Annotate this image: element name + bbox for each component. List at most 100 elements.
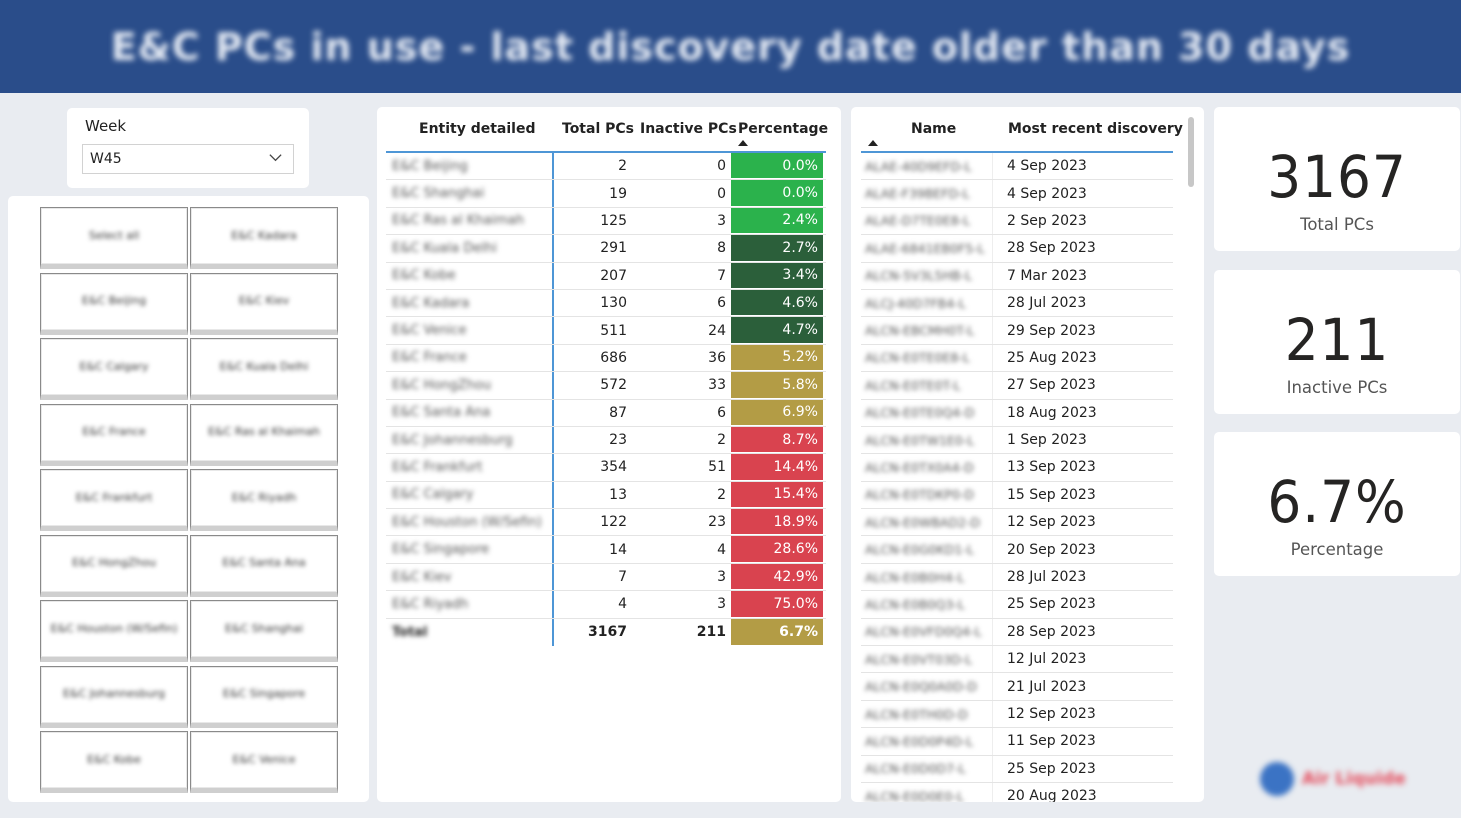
entity-slicer-button[interactable]: Select all [40,207,188,269]
percentage-cell: 14.4% [731,454,823,481]
pc-name-cell: ALAE-F39BEFD-L [861,180,993,207]
percentage-cell: 0.0% [731,180,823,207]
entity-slicer-button[interactable]: E&C HongZhou [40,534,188,597]
kpi-value: 6.7% [1267,468,1407,536]
table-row[interactable]: ALCN-E0TH0D-D 12 Sep 2023 [861,700,1173,729]
table-row[interactable]: E&C Kuala Delhi 291 8 2.7% [386,235,826,263]
entity-slicer-button[interactable]: E&C Kuala Delhi [190,338,338,400]
pc-name: ALCN-E0TE0Q4-D [865,405,975,421]
inactive-pcs-cell: 2 [717,486,726,503]
entity-slicer-button-label: E&C Shanghai [224,621,304,635]
entity-slicer-button-label: E&C Kuala Delhi [219,359,309,373]
entity-name: E&C Kadara [392,295,470,311]
table-row[interactable]: E&C France 686 36 5.2% [386,344,826,373]
table-row[interactable]: ALCN-E0TE0E8-L 25 Aug 2023 [861,344,1173,373]
pc-name: ALCN-5V3L5HB-L [865,268,972,284]
table-row[interactable]: E&C Riyadh 4 3 75.0% [386,591,826,619]
col-header-total-pcs[interactable]: Total PCs [562,121,634,137]
table-row[interactable]: ALCN-E0WBAD2-D 12 Sep 2023 [861,509,1173,537]
table-row[interactable]: ALCN-E0TE0Q4-D 18 Aug 2023 [861,399,1173,427]
col-header-entity[interactable]: Entity detailed [419,121,535,137]
entity-slicer-button[interactable]: E&C Calgary [40,338,188,400]
inactive-pcs-cell: 24 [708,322,726,339]
week-dropdown[interactable]: W45 [82,144,294,174]
table-row[interactable]: ALCN-EBCMH0T-L 29 Sep 2023 [861,317,1173,345]
pc-name-cell: ALCN-E0B0Q3-L [861,591,993,618]
table-row[interactable]: ALCN-E0B0H4-L 28 Jul 2023 [861,563,1173,592]
entity-slicer-button[interactable]: E&C Johannesburg [40,665,188,728]
table-row[interactable]: E&C Frankfurt 354 51 14.4% [386,454,826,482]
table-row[interactable]: ALCN-E0D0P4D-L 11 Sep 2023 [861,728,1173,756]
pc-name-cell: ALCN-EBCMH0T-L [861,317,993,344]
entity-slicer-button[interactable]: E&C Kadara [190,207,338,269]
table-row[interactable]: E&C Kobe 207 7 3.4% [386,262,826,290]
entity-cell: E&C Riyadh [386,591,554,618]
table-row[interactable]: E&C Venice 511 24 4.7% [386,317,826,345]
table-row[interactable]: ALCN-5V3L5HB-L 7 Mar 2023 [861,262,1173,290]
entity-slicer-button[interactable]: E&C Ras al Khaimah [190,403,338,466]
entity-slicer-button[interactable]: E&C France [40,403,188,466]
table-row[interactable]: E&C Johannesburg 23 2 8.7% [386,426,826,455]
pc-name-cell: ALCN-E0TE0E8-L [861,344,993,372]
vertical-scrollbar[interactable] [1188,117,1194,187]
table-total-row[interactable]: Total 3167 211 6.7% [386,618,826,647]
percentage-cell: 4.7% [731,317,823,344]
entity-slicer-button[interactable]: E&C Beijing [40,272,188,335]
table-row[interactable]: E&C Houston (W/Sefin) 122 23 18.9% [386,509,826,537]
col-header-name[interactable]: Name [911,121,956,137]
table-row[interactable]: ALCN-E0Q0A0D-D 21 Jul 2023 [861,673,1173,701]
col-header-most-recent-discovery[interactable]: Most recent discovery [1008,121,1183,137]
entity-slicer-button[interactable]: E&C Riyadh [190,469,338,531]
total-pcs-cell: 122 [600,514,627,531]
table-row[interactable]: ALCJ-40D7FB4-L 28 Jul 2023 [861,289,1173,318]
sort-ascending-icon [868,140,878,146]
entity-slicer-button[interactable]: E&C Houston (W/Sefin) [40,600,188,662]
entity-slicer-button[interactable]: E&C Frankfurt [40,469,188,531]
table-row[interactable]: ALCN-E0B0Q3-L 25 Sep 2023 [861,591,1173,619]
entity-slicer-button[interactable]: E&C Kobe [40,731,188,793]
table-row[interactable]: ALCN-E0TE0T-L 27 Sep 2023 [861,372,1173,400]
entity-slicer-button[interactable]: E&C Shanghai [190,600,338,662]
entity-name: E&C Kuala Delhi [392,240,497,256]
table-row[interactable]: E&C Calgary 13 2 15.4% [386,481,826,510]
table-row[interactable]: E&C HongZhou 572 33 5.8% [386,372,826,400]
table-row[interactable]: ALCN-E0TX0A4-D 13 Sep 2023 [861,454,1173,482]
table-row[interactable]: E&C Shanghai 19 0 0.0% [386,180,826,208]
table-row[interactable]: ALAE-F39BEFD-L 4 Sep 2023 [861,180,1173,208]
entity-slicer-button[interactable]: E&C Venice [190,731,338,793]
table-row[interactable]: E&C Santa Ana 87 6 6.9% [386,399,826,427]
entity-slicer-button[interactable]: E&C Santa Ana [190,534,338,597]
table-row[interactable]: ALAE-40D9EFD-L 4 Sep 2023 [861,153,1173,181]
table-row[interactable]: E&C Beijing 2 0 0.0% [386,153,826,181]
table-row[interactable]: ALCN-E0G0KD1-L 20 Sep 2023 [861,536,1173,564]
table-row[interactable]: E&C Singapore 14 4 28.6% [386,536,826,564]
table-row[interactable]: E&C Ras al Khaimah 125 3 2.4% [386,207,826,236]
col-header-inactive-pcs[interactable]: Inactive PCs [640,121,737,137]
table-row[interactable]: ALCN-E0D0E0-L 20 Aug 2023 [861,782,1173,802]
pc-name-cell: ALAE-6841EB0F5-L [861,235,993,262]
table-row[interactable]: ALCN-E0TDKP0-D 15 Sep 2023 [861,481,1173,510]
chevron-down-icon [269,154,282,162]
entity-cell: E&C Calgary [386,481,554,509]
discovery-date-cell: 18 Aug 2023 [1007,404,1097,421]
pc-name-cell: ALCN-E0WBAD2-D [861,509,993,536]
col-header-percentage[interactable]: Percentage [738,121,828,137]
pc-name: ALCN-E0D0E0-L [865,788,964,802]
percentage-cell: 28.6% [731,536,823,563]
entity-slicer-button[interactable]: E&C Kiev [190,272,338,335]
table-row[interactable]: ALCN-E0VT03D-L 12 Jul 2023 [861,646,1173,674]
table-row[interactable]: ALCN-E0VFD0Q4-L 28 Sep 2023 [861,618,1173,647]
inactive-pcs-cell: 3 [717,212,726,229]
entity-name: E&C Johannesburg [392,432,513,448]
pc-name: ALCN-E0D0D7-L [865,761,966,777]
table-row[interactable]: ALAE-D7TE0E8-L 2 Sep 2023 [861,207,1173,236]
table-row[interactable]: ALCN-E0D0D7-L 25 Sep 2023 [861,755,1173,783]
entity-slicer-button[interactable]: E&C Singapore [190,665,338,728]
entity-name: E&C Kiev [392,569,452,585]
table-row[interactable]: ALCN-E0TW1E0-L 1 Sep 2023 [861,426,1173,455]
table-row[interactable]: E&C Kadara 130 6 4.6% [386,289,826,318]
pc-name-cell: ALCN-E0B0H4-L [861,563,993,591]
table-row[interactable]: ALAE-6841EB0F5-L 28 Sep 2023 [861,235,1173,263]
table-row[interactable]: E&C Kiev 7 3 42.9% [386,563,826,592]
pc-name: ALAE-40D9EFD-L [865,158,972,174]
